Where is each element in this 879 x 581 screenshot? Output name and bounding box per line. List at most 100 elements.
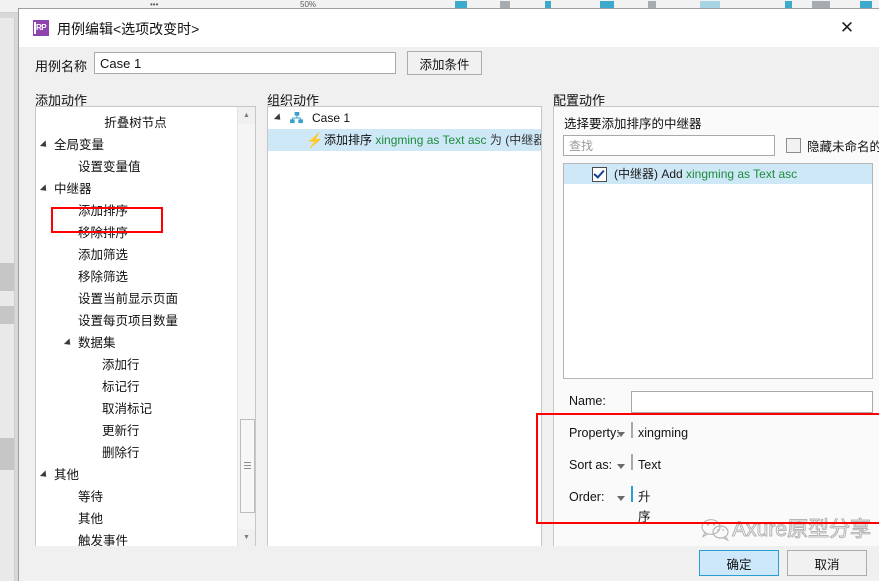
case-name-row: 用例名称 添加条件 (19, 47, 879, 83)
action-tree-item-label: 添加排序 (78, 204, 129, 218)
action-tree-item-label: 其他 (78, 512, 104, 526)
field-property: Property: xingming (563, 422, 873, 445)
expand-arrow-icon[interactable] (39, 470, 50, 480)
action-tree-item-0[interactable]: 全局变量 (36, 134, 255, 156)
repeater-item-prefix: (中继器) Add (614, 167, 687, 181)
action-tree-item-1[interactable]: 设置变量值 (36, 156, 255, 178)
field-name: Name: (563, 391, 873, 413)
cancel-button[interactable]: 取消 (787, 550, 867, 576)
action-tree-item-8[interactable]: 设置每页项目数量 (36, 310, 255, 332)
expand-arrow-icon[interactable] (63, 338, 74, 348)
action-tree-item-12[interactable]: 取消标记 (36, 398, 255, 420)
hide-unnamed-checkbox[interactable]: 隐藏未命名的元件 (786, 136, 879, 155)
case-node-icon (290, 112, 303, 124)
action-tree-item-label: 添加筛选 (78, 248, 129, 262)
field-sort-as-label: Sort as: (569, 458, 613, 472)
action-tree-item-label: 其他 (54, 468, 80, 482)
action-tree-item-label: 标记行 (102, 380, 140, 394)
dialog-footer: 确定 取消 (19, 546, 879, 581)
action-tree-item-3[interactable]: 添加排序 (36, 200, 255, 222)
name-input[interactable] (631, 391, 873, 413)
action-tree-item-4[interactable]: 移除排序 (36, 222, 255, 244)
organize-action-prefix: 添加排序 (324, 133, 373, 147)
add-condition-button[interactable]: 添加条件 (407, 51, 482, 75)
action-tree-item-label: 设置当前显示页面 (78, 292, 179, 306)
action-tree-item-11[interactable]: 标记行 (36, 376, 255, 398)
configure-action-panel: 选择要添加排序的中继器 隐藏未命名的元件 (中继器) Add xingming … (553, 106, 879, 547)
repeater-item-checkbox[interactable] (592, 167, 607, 182)
action-tree-item-label: 添加行 (102, 358, 140, 372)
action-tree-item-14[interactable]: 删除行 (36, 442, 255, 464)
hide-unnamed-label: 隐藏未命名的元件 (807, 140, 879, 154)
action-tree-item-10[interactable]: 添加行 (36, 354, 255, 376)
action-tree-item-label: 等待 (78, 490, 104, 504)
action-tree-item-6[interactable]: 移除筛选 (36, 266, 255, 288)
action-tree-item-label: 更新行 (102, 424, 140, 438)
property-dropdown[interactable]: xingming (617, 422, 688, 440)
hide-unnamed-checkbox-box[interactable] (786, 138, 801, 153)
action-tree-item-13[interactable]: 更新行 (36, 420, 255, 442)
action-tree-item-2[interactable]: 中继器 (36, 178, 255, 200)
organize-case-label: Case 1 (312, 111, 351, 125)
dialog-titlebar: RP 用例编辑<选项改变时> ✕ (19, 9, 879, 48)
repeater-search-input[interactable] (563, 135, 775, 156)
expand-arrow-icon[interactable] (39, 140, 50, 150)
order-dropdown-value: 升序 (638, 490, 651, 524)
action-tree-item-label: 移除筛选 (78, 270, 129, 284)
action-tree-item-label: 移除排序 (78, 226, 129, 240)
action-tree-item-18[interactable]: 触发事件 (36, 530, 255, 547)
action-tree-item-7[interactable]: 设置当前显示页面 (36, 288, 255, 310)
field-sort-as: Sort as: Text (563, 454, 873, 477)
scroll-down-icon[interactable]: ▼ (238, 529, 255, 546)
field-order-label: Order: (569, 490, 605, 504)
configure-section-title: 选择要添加排序的中继器 (564, 117, 702, 131)
scroll-up-icon[interactable]: ▲ (238, 107, 255, 124)
action-bolt-icon: ⚡ (306, 132, 324, 148)
add-action-tree-panel: 折叠树节点全局变量设置变量值中继器添加排序移除排序添加筛选移除筛选设置当前显示页… (35, 106, 256, 547)
action-tree-item-label: 删除行 (102, 446, 140, 460)
action-tree-item-label: 触发事件 (78, 534, 129, 547)
axure-rp-icon: RP (33, 20, 49, 36)
ok-button[interactable]: 确定 (699, 550, 779, 576)
repeater-item-expression: xingming as Text asc (686, 167, 798, 181)
repeater-list-item[interactable]: (中继器) Add xingming as Text asc (564, 164, 872, 184)
chevron-down-icon (617, 496, 625, 501)
property-dropdown-value: xingming (638, 426, 689, 440)
expand-arrow-icon[interactable] (39, 184, 50, 194)
background-left-rail (0, 18, 15, 581)
scrollbar-thumb[interactable] (240, 419, 255, 513)
chevron-down-icon (617, 432, 625, 437)
dialog-title: 用例编辑<选项改变时> (57, 21, 200, 37)
action-tree-item-17[interactable]: 其他 (36, 508, 255, 530)
close-icon[interactable]: ✕ (833, 17, 861, 39)
action-tree-item-15[interactable]: 其他 (36, 464, 255, 486)
sort-as-dropdown-value: Text (638, 458, 661, 472)
action-tree-header: 折叠树节点 (104, 116, 167, 130)
action-tree-item-9[interactable]: 数据集 (36, 332, 255, 354)
action-tree-scrollbar[interactable]: ▲ ▼ (237, 107, 255, 546)
field-property-label: Property: (569, 426, 620, 440)
action-tree-item-16[interactable]: 等待 (36, 486, 255, 508)
case-name-input[interactable] (94, 52, 396, 74)
field-order: Order: 升序 (563, 486, 873, 524)
case-editor-dialog: RP 用例编辑<选项改变时> ✕ 用例名称 添加条件 添加动作 组织动作 配置动… (18, 8, 879, 581)
action-tree-item-label: 设置变量值 (78, 160, 141, 174)
case-name-label: 用例名称 (35, 59, 88, 74)
organize-case-row[interactable]: Case 1 (268, 107, 541, 129)
organize-action-suffix: 为 (中继器) (489, 133, 541, 147)
organize-action-expression: xingming as Text asc (375, 133, 487, 147)
field-name-label: Name: (569, 394, 606, 408)
action-tree-item-label: 全局变量 (54, 138, 105, 152)
action-tree[interactable]: 折叠树节点全局变量设置变量值中继器添加排序移除排序添加筛选移除筛选设置当前显示页… (36, 107, 255, 547)
action-tree-item-5[interactable]: 添加筛选 (36, 244, 255, 266)
action-tree-item-label: 中继器 (54, 182, 92, 196)
action-tree-item-label: 取消标记 (102, 402, 153, 416)
sort-as-dropdown[interactable]: Text (617, 454, 661, 472)
action-tree-item-label: 设置每页项目数量 (78, 314, 179, 328)
order-dropdown[interactable]: 升序 (617, 486, 651, 524)
action-tree-item-label: 数据集 (78, 336, 116, 350)
organize-action-row[interactable]: ⚡ 添加排序 xingming as Text asc 为 (中继器) (268, 129, 541, 151)
organize-action-panel: Case 1 ⚡ 添加排序 xingming as Text asc 为 (中继… (267, 106, 542, 547)
repeater-list[interactable]: (中继器) Add xingming as Text asc (563, 163, 873, 379)
chevron-down-icon (617, 464, 625, 469)
